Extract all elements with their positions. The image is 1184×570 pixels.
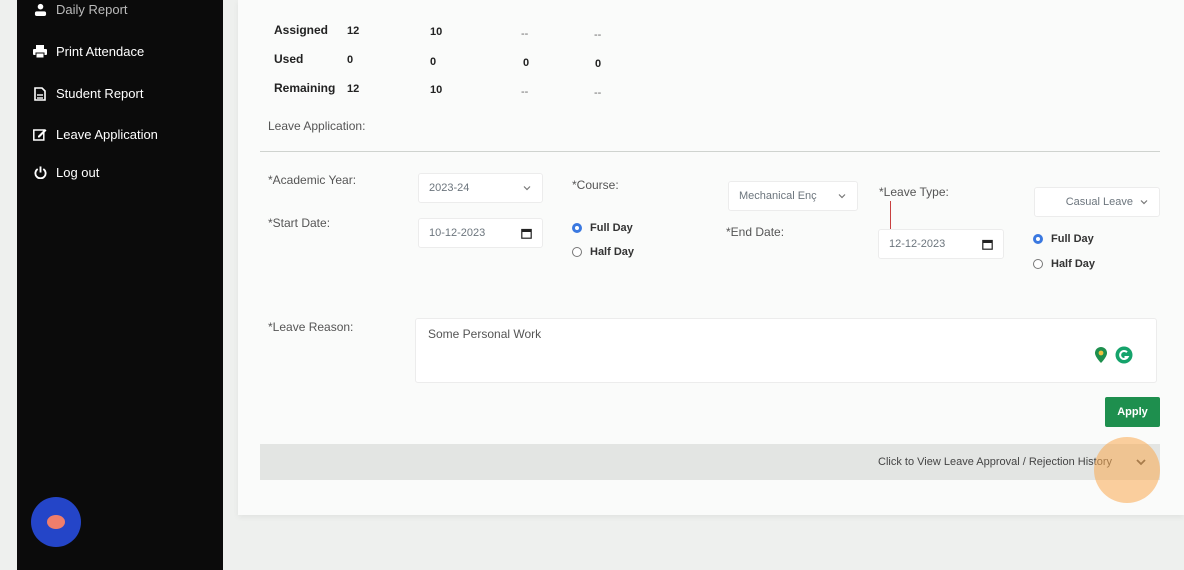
academic-year-select[interactable]: 2023-24 bbox=[418, 173, 543, 203]
chevron-down-icon bbox=[838, 194, 846, 199]
chat-launcher-button[interactable] bbox=[31, 497, 81, 547]
chevron-down-icon bbox=[1140, 200, 1148, 205]
start-date-value: 10-12-2023 bbox=[429, 227, 486, 239]
summary-cell: -- bbox=[594, 29, 602, 41]
end-date-input[interactable]: 12-12-2023 bbox=[878, 229, 1004, 259]
end-half-day-radio[interactable]: Half Day bbox=[1033, 258, 1095, 270]
academic-year-label: *Academic Year: bbox=[268, 173, 357, 187]
leave-reason-label: *Leave Reason: bbox=[268, 320, 354, 334]
full-day-label: Full Day bbox=[590, 222, 633, 234]
printer-icon bbox=[33, 45, 47, 59]
leave-type-value: Casual Leave bbox=[1065, 196, 1133, 208]
summary-cell: 10 bbox=[430, 84, 443, 96]
leave-panel: Assigned 12 10 -- -- Used 0 0 0 0 Remain… bbox=[238, 0, 1184, 515]
summary-cell: 12 bbox=[347, 25, 360, 37]
sidebar-item-label: Daily Report bbox=[56, 2, 128, 17]
half-day-label: Half Day bbox=[590, 246, 635, 258]
summary-cell: -- bbox=[521, 28, 529, 40]
extension-icons bbox=[1093, 346, 1133, 364]
apply-button[interactable]: Apply bbox=[1105, 397, 1160, 427]
start-half-day-radio[interactable]: Half Day bbox=[572, 246, 634, 258]
course-value: Mechanical Enç bbox=[739, 190, 817, 202]
sidebar: Daily Report Print Attendace Student Rep… bbox=[17, 0, 223, 570]
full-day-label: Full Day bbox=[1051, 233, 1094, 245]
summary-remaining-label: Remaining bbox=[274, 81, 336, 95]
sidebar-item-label: Student Report bbox=[56, 86, 144, 101]
sidebar-item-daily-report[interactable]: Daily Report bbox=[33, 2, 128, 17]
leave-type-select[interactable]: Casual Leave bbox=[1034, 187, 1160, 217]
grammarly-icon[interactable] bbox=[1115, 346, 1133, 364]
course-select[interactable]: Mechanical Enç bbox=[728, 181, 858, 211]
radio-unchecked[interactable] bbox=[572, 247, 582, 257]
power-icon bbox=[33, 166, 47, 180]
summary-cell: 0 bbox=[430, 56, 437, 68]
summary-cell: -- bbox=[594, 87, 602, 99]
leave-history-toggle[interactable]: Click to View Leave Approval / Rejection… bbox=[260, 444, 1160, 480]
location-pin-icon[interactable] bbox=[1093, 346, 1109, 364]
radio-checked[interactable] bbox=[1033, 234, 1043, 244]
course-label: *Course: bbox=[572, 178, 619, 192]
summary-used-label: Used bbox=[274, 52, 304, 66]
leave-reason-textarea[interactable]: Some Personal Work bbox=[415, 318, 1157, 383]
chevron-down-icon[interactable] bbox=[1134, 455, 1148, 472]
summary-cell: 0 bbox=[347, 54, 354, 66]
summary-assigned-label: Assigned bbox=[274, 23, 329, 37]
sidebar-item-print-attendance[interactable]: Print Attendace bbox=[33, 44, 144, 59]
academic-year-value: 2023-24 bbox=[429, 182, 470, 194]
start-date-input[interactable]: 10-12-2023 bbox=[418, 218, 543, 248]
radio-unchecked[interactable] bbox=[1033, 259, 1043, 269]
launcher-dot bbox=[47, 515, 65, 529]
history-label: Click to View Leave Approval / Rejection… bbox=[878, 456, 1112, 468]
end-date-value: 12-12-2023 bbox=[889, 238, 946, 250]
sidebar-item-student-report[interactable]: Student Report bbox=[33, 86, 143, 101]
document-icon bbox=[33, 86, 47, 101]
calendar-icon[interactable] bbox=[982, 239, 993, 250]
leave-reason-value: Some Personal Work bbox=[428, 327, 542, 341]
summary-cell: 12 bbox=[347, 83, 360, 95]
leave-type-label: *Leave Type: bbox=[879, 185, 949, 199]
end-full-day-radio[interactable]: Full Day bbox=[1033, 233, 1094, 245]
summary-cell: 0 bbox=[523, 57, 530, 69]
user-icon bbox=[33, 3, 47, 17]
summary-cell: 10 bbox=[430, 26, 443, 38]
section-title: Leave Application: bbox=[268, 119, 366, 133]
sidebar-item-label: Print Attendace bbox=[56, 44, 145, 59]
sidebar-item-label: Leave Application bbox=[56, 127, 158, 142]
calendar-icon[interactable] bbox=[521, 228, 532, 239]
start-full-day-radio[interactable]: Full Day bbox=[572, 222, 633, 234]
sidebar-item-label: Log out bbox=[56, 165, 100, 180]
chevron-down-icon bbox=[523, 186, 531, 191]
sidebar-item-log-out[interactable]: Log out bbox=[33, 165, 99, 180]
section-divider bbox=[260, 151, 1160, 152]
summary-cell: 0 bbox=[595, 58, 602, 70]
edit-icon bbox=[33, 128, 47, 142]
sidebar-item-leave-application[interactable]: Leave Application bbox=[33, 127, 158, 142]
summary-cell: -- bbox=[521, 86, 529, 98]
half-day-label: Half Day bbox=[1051, 258, 1096, 270]
end-date-label: *End Date: bbox=[726, 225, 785, 239]
start-date-label: *Start Date: bbox=[268, 216, 331, 230]
radio-checked[interactable] bbox=[572, 223, 582, 233]
